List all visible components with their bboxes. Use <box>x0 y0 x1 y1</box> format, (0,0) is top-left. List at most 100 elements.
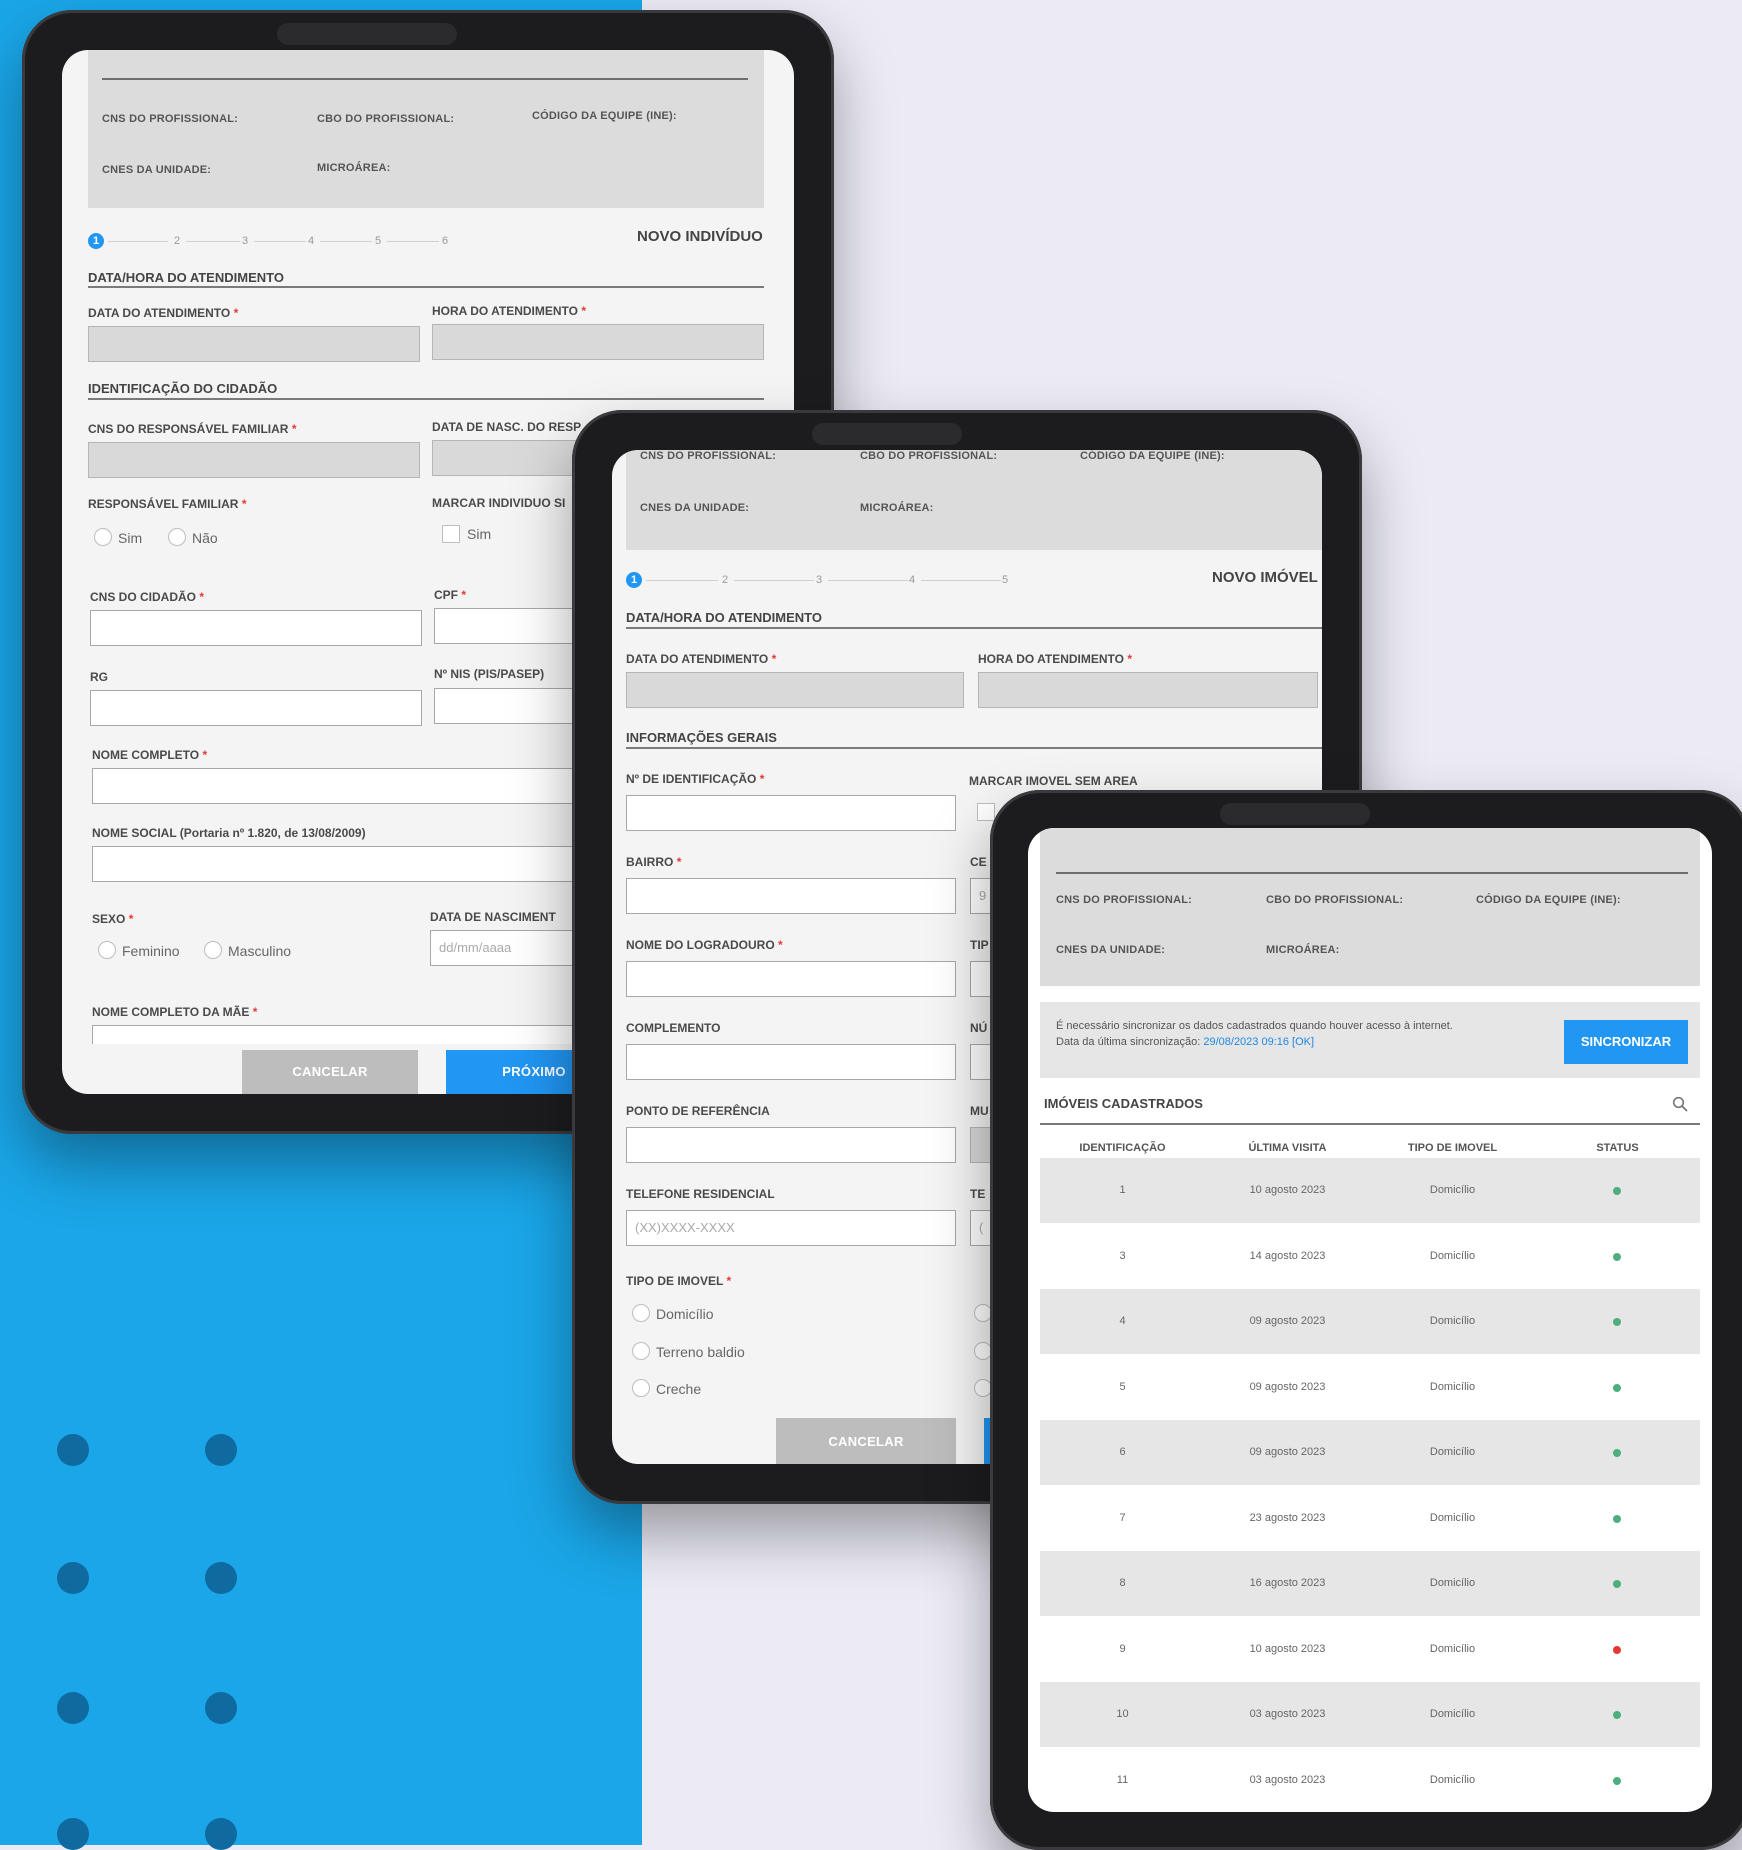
step-connector <box>646 580 718 581</box>
decorative-dot <box>205 1434 237 1466</box>
table-row[interactable]: 8 16 agosto 2023 Domicílio <box>1040 1551 1700 1616</box>
cell-tipo-imovel: Domicílio <box>1429 1511 1476 1524</box>
cns-profissional-label: CNS DO PROFISSIONAL: <box>640 450 777 462</box>
nome-completo-label: NOME COMPLETO * <box>92 748 208 762</box>
data-atendimento-input[interactable] <box>88 326 420 362</box>
status-dot-icon <box>1613 1580 1621 1588</box>
cancel-button[interactable]: CANCELAR <box>776 1418 956 1464</box>
cell-identificacao: 9 <box>1119 1642 1126 1655</box>
nome-logradouro-label: NOME DO LOGRADOURO * <box>626 938 783 952</box>
search-icon[interactable] <box>1672 1096 1688 1112</box>
data-atendimento-input[interactable] <box>626 672 964 708</box>
codigo-equipe-label: CÓDIGO DA EQUIPE (INE): <box>1476 894 1621 906</box>
step-5[interactable]: 5 <box>1002 574 1008 586</box>
col-ultima-visita[interactable]: ÚLTIMA VISITA <box>1205 1142 1370 1154</box>
step-connector <box>387 241 439 242</box>
table-row[interactable]: 5 09 agosto 2023 Domicílio <box>1040 1355 1700 1420</box>
table-row[interactable]: 4 09 agosto 2023 Domicílio <box>1040 1289 1700 1354</box>
step-1-active[interactable]: 1 <box>626 572 642 588</box>
table-row[interactable]: 6 09 agosto 2023 Domicílio <box>1040 1420 1700 1485</box>
form-title: NOVO INDIVÍDUO <box>637 228 763 245</box>
nome-logradouro-input[interactable] <box>626 961 956 997</box>
step-4[interactable]: 4 <box>308 235 314 247</box>
col-tipo-imovel[interactable]: TIPO DE IMOVEL <box>1370 1142 1535 1154</box>
cbo-profissional-label: CBO DO PROFISSIONAL: <box>317 113 455 125</box>
telefone-residencial-input[interactable]: (XX)XXXX-XXXX <box>626 1210 956 1246</box>
cell-identificacao: 1 <box>1119 1184 1126 1196</box>
cns-profissional-label: CNS DO PROFISSIONAL: <box>102 113 239 125</box>
professional-header <box>88 50 764 208</box>
cnes-unidade-label: CNES DA UNIDADE: <box>1056 944 1166 956</box>
section-identificacao: IDENTIFICAÇÃO DO CIDADÃO <box>88 381 278 396</box>
complemento-input[interactable] <box>626 1044 956 1080</box>
tipo-creche-radio[interactable] <box>632 1379 650 1397</box>
cell-identificacao: 7 <box>1119 1511 1126 1524</box>
table-row[interactable]: 1 10 agosto 2023 Domicílio <box>1040 1158 1700 1223</box>
cancel-button[interactable]: CANCELAR <box>242 1050 418 1094</box>
decorative-dot <box>205 1562 237 1594</box>
table-row[interactable]: 11 03 agosto 2023 Domicílio <box>1040 1748 1700 1813</box>
sexo-label: SEXO * <box>92 912 134 926</box>
step-5[interactable]: 5 <box>375 235 381 247</box>
section-divider <box>626 627 1322 629</box>
cell-identificacao: 6 <box>1119 1446 1126 1458</box>
marcar-imovel-checkbox[interactable] <box>977 803 995 821</box>
step-connector <box>921 580 1001 581</box>
step-2[interactable]: 2 <box>722 574 728 586</box>
data-atendimento-label: DATA DO ATENDIMENTO * <box>88 306 239 320</box>
col-identificacao[interactable]: IDENTIFICAÇÃO <box>1040 1142 1205 1154</box>
section-informacoes-gerais: INFORMAÇÕES GERAIS <box>626 730 777 745</box>
cell-identificacao: 11 <box>1116 1773 1129 1786</box>
marcar-individuo-label: MARCAR INDIVIDUO SI <box>432 496 566 510</box>
responsavel-sim-label: Sim <box>118 530 143 546</box>
responsavel-sim-radio[interactable] <box>94 528 112 546</box>
sync-button[interactable]: SINCRONIZAR <box>1564 1020 1688 1064</box>
table-row[interactable]: 10 03 agosto 2023 Domicílio <box>1040 1682 1700 1747</box>
section-divider <box>88 286 764 288</box>
cell-identificacao: 5 <box>1119 1380 1126 1393</box>
step-2[interactable]: 2 <box>174 235 180 247</box>
cell-ultima-visita: 23 agosto 2023 <box>1249 1511 1326 1524</box>
microarea-label: MICROÁREA: <box>860 502 934 514</box>
tipo-domicilio-radio[interactable] <box>632 1304 650 1322</box>
cell-identificacao: 10 <box>1116 1708 1129 1720</box>
table-row[interactable]: 7 23 agosto 2023 Domicílio <box>1040 1486 1700 1551</box>
num-identificacao-input[interactable] <box>626 795 956 831</box>
col-status[interactable]: STATUS <box>1535 1142 1700 1154</box>
cell-tipo-imovel: Domicílio <box>1429 1184 1476 1196</box>
table-row[interactable]: 3 14 agosto 2023 Domicílio <box>1040 1224 1700 1289</box>
step-3[interactable]: 3 <box>816 574 822 586</box>
cns-cidadao-label: CNS DO CIDADÃO * <box>90 590 205 604</box>
hora-atendimento-label: HORA DO ATENDIMENTO * <box>978 652 1133 666</box>
step-3[interactable]: 3 <box>242 235 248 247</box>
hora-atendimento-input[interactable] <box>432 324 764 360</box>
table-row[interactable]: 9 10 agosto 2023 Domicílio <box>1040 1617 1700 1682</box>
ponto-referencia-label: PONTO DE REFERÊNCIA <box>626 1104 770 1118</box>
step-6[interactable]: 6 <box>442 235 448 247</box>
sexo-feminino-radio[interactable] <box>98 941 116 959</box>
sexo-masculino-radio[interactable] <box>204 941 222 959</box>
decorative-dot <box>205 1818 237 1850</box>
cell-ultima-visita: 10 agosto 2023 <box>1249 1184 1326 1196</box>
cell-tipo-imovel: Domicílio <box>1429 1642 1476 1655</box>
cns-responsavel-input[interactable] <box>88 442 420 478</box>
nome-social-label: NOME SOCIAL (Portaria nº 1.820, de 13/08… <box>92 826 366 840</box>
step-4[interactable]: 4 <box>909 574 915 586</box>
hora-atendimento-input[interactable] <box>978 672 1318 708</box>
cns-cidadao-input[interactable] <box>90 610 422 646</box>
tipo-terreno-radio[interactable] <box>632 1342 650 1360</box>
microarea-label: MICROÁREA: <box>317 162 391 174</box>
status-dot-icon <box>1613 1187 1621 1195</box>
camera-bar <box>812 423 962 445</box>
telefone-contato-label: TE <box>970 1187 986 1201</box>
step-1-active[interactable]: 1 <box>88 233 104 249</box>
marcar-individuo-checkbox[interactable] <box>442 525 460 543</box>
cell-ultima-visita: 09 agosto 2023 <box>1249 1446 1326 1458</box>
status-dot-icon <box>1613 1776 1621 1785</box>
responsavel-nao-radio[interactable] <box>168 528 186 546</box>
ponto-referencia-input[interactable] <box>626 1127 956 1163</box>
rg-input[interactable] <box>90 690 422 726</box>
last-sync-value: 29/08/2023 09:16 [OK] <box>1203 1036 1315 1048</box>
bairro-input[interactable] <box>626 878 956 914</box>
cpf-label: CPF * <box>434 588 467 602</box>
